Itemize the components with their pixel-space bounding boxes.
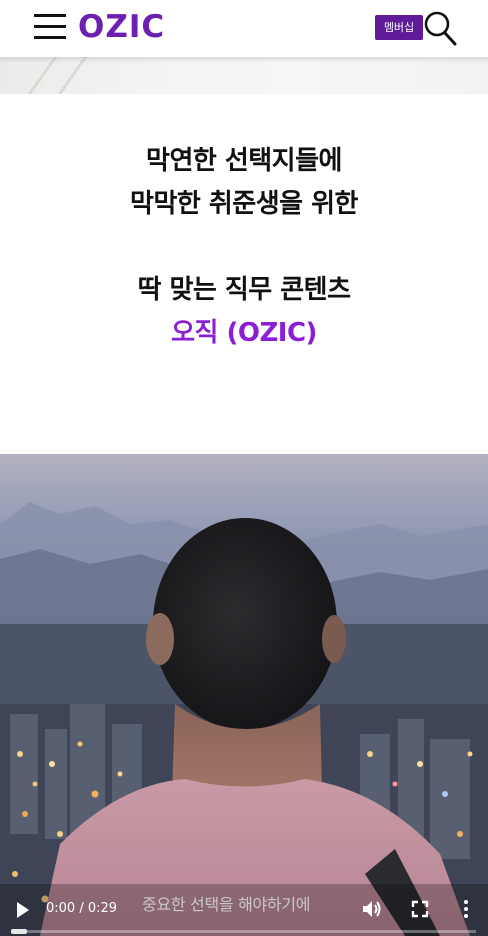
intro-brand-line: 오직 (OZIC) bbox=[171, 318, 317, 348]
intro-copy: 막연한 선택지들에 막막한 취준생을 위한 딱 맞는 직무 콘텐츠 오직 (OZ… bbox=[0, 140, 488, 355]
intro-line-2: 막막한 취준생을 위한 bbox=[130, 189, 358, 219]
video-frame bbox=[0, 454, 488, 936]
video-time: 0:00 / 0:29 bbox=[46, 901, 118, 916]
intro-line-1: 막연한 선택지들에 bbox=[146, 146, 342, 176]
volume-icon[interactable] bbox=[361, 898, 383, 920]
video-controls: 0:00 / 0:29 bbox=[0, 888, 488, 936]
video-progress-knob[interactable] bbox=[11, 929, 27, 934]
fullscreen-icon[interactable] bbox=[410, 899, 430, 919]
header-shadow bbox=[0, 57, 488, 63]
hamburger-menu-icon[interactable] bbox=[34, 13, 66, 39]
intro-line-3: 딱 맞는 직무 콘텐츠 bbox=[137, 275, 351, 305]
logo[interactable]: OZIC bbox=[78, 8, 165, 46]
video-progress-bar[interactable] bbox=[11, 929, 476, 934]
page: OZIC 멤버십 막연한 선택지들에 막막한 취준생을 위한 딱 맞는 직무 콘… bbox=[0, 0, 488, 936]
search-icon[interactable] bbox=[423, 10, 457, 46]
play-icon[interactable] bbox=[14, 900, 32, 920]
membership-button[interactable]: 멤버십 bbox=[375, 15, 423, 40]
top-header: OZIC 멤버십 bbox=[0, 0, 488, 57]
more-options-icon[interactable] bbox=[458, 898, 474, 920]
video-player[interactable]: 중요한 선택을 해야하기에 0:00 / 0:29 bbox=[0, 454, 488, 936]
